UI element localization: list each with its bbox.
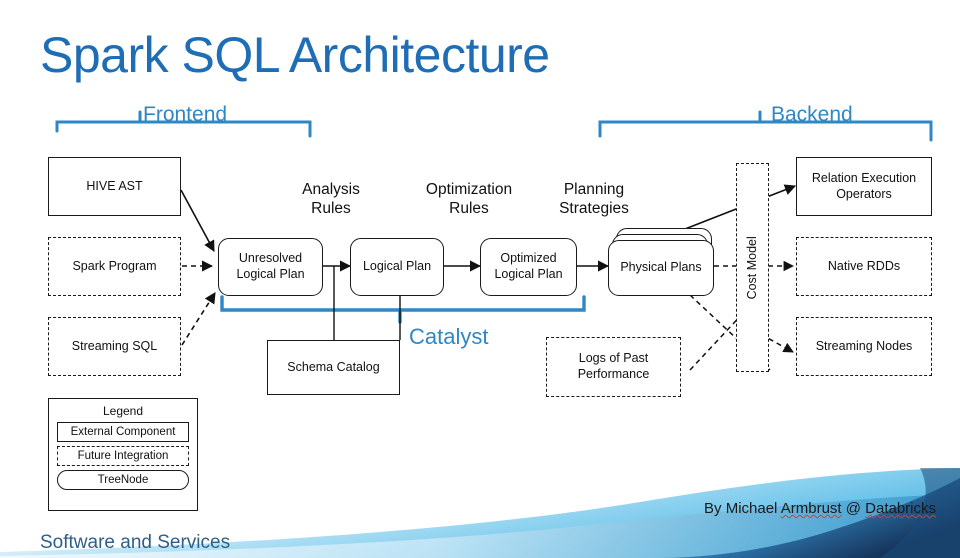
- node-optimized-logical-plan[interactable]: Optimized Logical Plan: [480, 238, 577, 296]
- stage-label-optimization-line2: Rules: [449, 200, 489, 217]
- node-logical-plan[interactable]: Logical Plan: [350, 238, 444, 296]
- node-native-rdds[interactable]: Native RDDs: [796, 237, 932, 296]
- node-unresolved-logical-plan-label: Unresolved Logical Plan: [236, 251, 305, 281]
- node-streaming-sql-label: Streaming SQL: [71, 338, 158, 353]
- node-cost-model-label: Cost Model: [744, 235, 759, 300]
- node-spark-program[interactable]: Spark Program: [48, 237, 181, 296]
- node-spark-program-label: Spark Program: [72, 258, 157, 273]
- stage-label-optimization: Optimization Rules: [405, 178, 533, 220]
- node-logical-plan-label: Logical Plan: [362, 259, 432, 274]
- node-cost-model[interactable]: Cost Model: [736, 163, 769, 372]
- stage-label-planning-line2: Strategies: [559, 200, 629, 217]
- slide-canvas: Spark SQL Architecture Frontend Backend …: [0, 0, 960, 558]
- credit-company: Databricks: [865, 500, 936, 517]
- node-relation-execution-operators-label: Relation Execution Operators: [811, 170, 917, 201]
- footer-text: Software and Services: [40, 532, 231, 553]
- node-native-rdds-label: Native RDDs: [827, 258, 901, 273]
- node-unresolved-logical-plan[interactable]: Unresolved Logical Plan: [218, 238, 323, 296]
- node-logs-of-past-performance[interactable]: Logs of Past Performance: [546, 337, 681, 397]
- node-schema-catalog-label: Schema Catalog: [287, 359, 380, 374]
- stage-label-planning: Planning Strategies: [538, 178, 650, 220]
- stage-label-analysis-line2: Rules: [311, 200, 351, 217]
- credit-line: By Michael Armbrust @ Databricks: [704, 500, 936, 517]
- node-relation-execution-operators[interactable]: Relation Execution Operators: [796, 157, 932, 216]
- node-streaming-sql[interactable]: Streaming SQL: [48, 317, 181, 376]
- legend-item-future-integration-label: Future Integration: [77, 450, 169, 462]
- node-physical-plans[interactable]: Physical Plans: [608, 240, 714, 296]
- node-logs-of-past-performance-label: Logs of Past Performance: [577, 351, 650, 381]
- legend-item-external-component-label: External Component: [70, 426, 176, 438]
- legend-item-treenode-label: TreeNode: [97, 474, 149, 486]
- legend-item-future-integration: Future Integration: [57, 446, 189, 466]
- node-optimized-logical-plan-label: Optimized Logical Plan: [494, 251, 563, 281]
- node-schema-catalog[interactable]: Schema Catalog: [267, 340, 400, 395]
- legend-item-external-component: External Component: [57, 422, 189, 442]
- credit-at: @: [841, 500, 866, 517]
- node-streaming-nodes-label: Streaming Nodes: [815, 338, 913, 353]
- legend-item-treenode: TreeNode: [57, 470, 189, 490]
- node-hive-ast-label: HIVE AST: [86, 178, 143, 193]
- node-physical-plans-label: Physical Plans: [620, 260, 702, 275]
- legend-title: Legend: [102, 404, 144, 418]
- credit-prefix: By Michael: [704, 500, 781, 517]
- node-hive-ast[interactable]: HIVE AST: [48, 157, 181, 216]
- node-streaming-nodes[interactable]: Streaming Nodes: [796, 317, 932, 376]
- stage-label-analysis: Analysis Rules: [283, 178, 379, 220]
- stage-label-analysis-line1: Analysis: [302, 180, 360, 198]
- credit-author-name: Armbrust: [780, 500, 842, 517]
- stage-label-planning-line1: Planning: [563, 180, 625, 198]
- stage-label-optimization-line1: Optimization: [425, 180, 513, 198]
- legend: Legend External Component Future Integra…: [48, 398, 198, 511]
